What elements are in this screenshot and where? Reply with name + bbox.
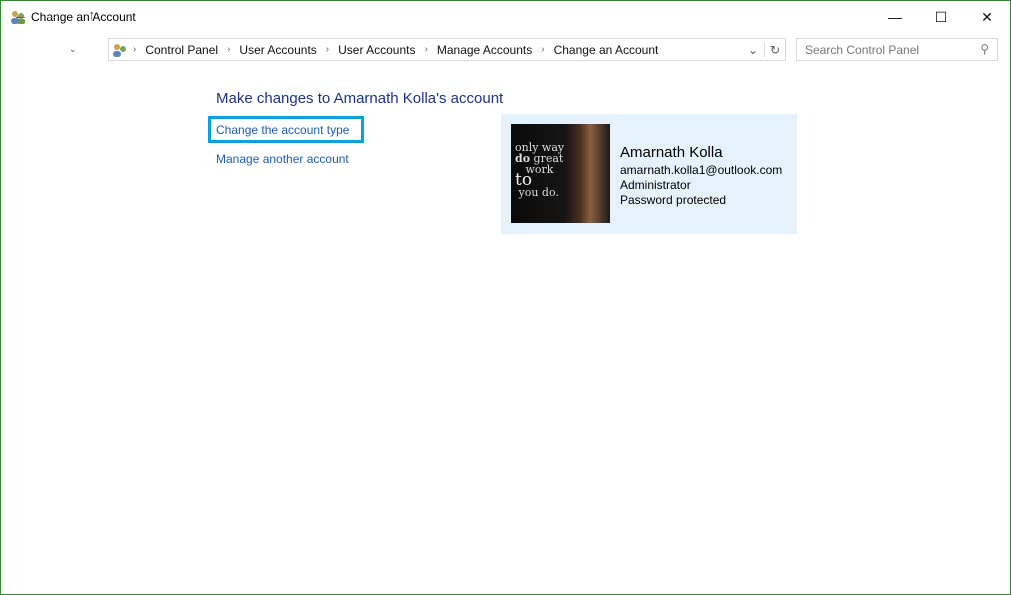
recent-locations-dropdown[interactable]: ⌄: [69, 44, 77, 55]
up-button[interactable]: ↑: [88, 7, 96, 24]
chevron-right-icon: ›: [325, 44, 330, 55]
breadcrumb-user-accounts-2[interactable]: User Accounts: [338, 43, 415, 57]
change-account-type-link[interactable]: Change the account type: [216, 123, 349, 137]
maximize-button[interactable]: ☐: [918, 1, 964, 33]
breadcrumb-manage-accounts[interactable]: Manage Accounts: [437, 43, 532, 57]
account-card: only way do great work to you do. Amarnath…: [501, 114, 797, 234]
user-accounts-icon: [113, 43, 126, 57]
page-title: Make changes to Amarnath Kolla's account: [216, 90, 504, 107]
minimize-button[interactable]: —: [872, 1, 918, 33]
address-bar[interactable]: › Control Panel › User Accounts › User A…: [108, 38, 786, 61]
account-type: Administrator: [620, 178, 691, 192]
account-picture: only way do great work to you do.: [511, 124, 610, 223]
window: Change an Account — ☐ ✕ ← → ⌄ ↑ › Contro…: [0, 0, 1011, 595]
account-name: Amarnath Kolla: [620, 144, 723, 161]
address-dropdown-icon[interactable]: ⌄: [748, 43, 758, 57]
manage-another-account-link[interactable]: Manage another account: [216, 152, 349, 166]
close-button[interactable]: ✕: [964, 1, 1010, 33]
chevron-right-icon: ›: [541, 44, 545, 55]
title-bar: Change an Account — ☐ ✕: [1, 1, 1010, 33]
breadcrumb-control-panel[interactable]: Control Panel: [145, 43, 218, 57]
breadcrumb-change-an-account[interactable]: Change an Account: [554, 43, 659, 57]
chevron-right-icon: ›: [133, 44, 137, 55]
account-email: amarnath.kolla1@outlook.com: [620, 163, 783, 177]
search-input[interactable]: Search Control Panel ⚲: [796, 38, 998, 61]
search-placeholder: Search Control Panel: [805, 43, 920, 57]
breadcrumb-user-accounts[interactable]: User Accounts: [239, 43, 316, 57]
back-button[interactable]: ←: [13, 7, 28, 24]
password-status: Password protected: [620, 193, 727, 207]
refresh-icon[interactable]: ↻: [763, 42, 785, 57]
chevron-right-icon: ›: [424, 44, 428, 55]
chevron-right-icon: ›: [227, 44, 231, 55]
search-icon: ⚲: [980, 42, 989, 56]
forward-button[interactable]: →: [43, 7, 58, 24]
